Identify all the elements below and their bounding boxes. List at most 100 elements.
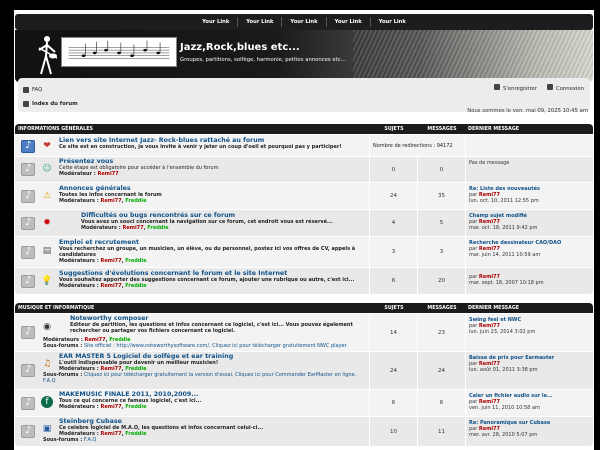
last-post-date: lun. juin 23, 2014 3:02 pm [469,329,536,336]
faq-label: FAQ [32,87,43,93]
topic-count: 10 [370,417,418,446]
guitarist-icon [38,36,58,75]
cubase-logo-icon: ▣ [42,424,52,434]
moderator-link[interactable]: Remi77 [101,431,122,437]
moderator-link[interactable]: Remi77 [123,225,144,231]
post-count: 23 [418,314,466,351]
subforum-link[interactable]: F.A.Q [43,378,56,384]
moderator-link[interactable]: Freddie [125,404,146,410]
moderator-link[interactable]: Freddie [125,431,146,437]
by-label: par [469,192,478,199]
post-count: 20 [418,268,466,294]
top-link[interactable]: Your Link [325,17,370,27]
last-post-author[interactable]: Remi77 [479,192,500,198]
question-icon [23,87,29,93]
forum-read-icon[interactable] [21,326,35,339]
site-header: Jazz,Rock,blues etc... Groupes, partitio… [15,30,593,82]
last-post-date: lun. oct. 10, 2011 12:55 pm [469,198,539,205]
top-link[interactable]: Your Link [194,17,237,27]
site-title[interactable]: Jazz,Rock,blues etc... [180,42,300,53]
subforum-link[interactable]: Cliquez ici pour Commander EarMaster en … [235,372,356,378]
index-label: Index du forum [32,101,78,107]
keyboard-icon: ▤ [42,246,52,256]
lightbulb-icon: 💡 [41,276,53,286]
forum-row: ✹ Difficultés ou bugs rencontrés sur ce … [15,209,593,236]
category-title[interactable]: INFORMATIONS GÉNÉRALES [15,127,370,132]
top-link[interactable]: Your Link [237,17,281,27]
crowd-image [353,30,593,82]
top-link[interactable]: Your Link [281,17,325,27]
category-title[interactable]: MUSIQUE ET INFORMATIQUE [15,306,370,311]
moderator-link[interactable]: Freddie [147,225,168,231]
register-label: S'enregistrer [503,86,537,92]
topic-count: 0 [370,157,418,182]
last-post-author[interactable]: Remi77 [479,426,500,432]
top-links-bar: Your Link Your Link Your Link Your Link … [15,14,593,30]
forum-read-icon[interactable] [21,217,35,230]
last-post-author[interactable]: Remi77 [479,219,500,225]
moderator-label: Modérateurs : [81,225,121,231]
category-informations: INFORMATIONS GÉNÉRALES SUJETS MESSAGES D… [15,124,593,294]
moderator-link[interactable]: Freddie [125,258,146,264]
index-link[interactable]: Index du forum [23,98,78,110]
category-header: MUSIQUE ET INFORMATIQUE SUJETS MESSAGES … [15,303,593,313]
subforum-link[interactable]: F.A.Q [84,437,97,443]
forum-read-icon[interactable] [21,275,35,288]
last-post-author[interactable]: Remi77 [479,399,500,405]
forum-row: ▤ Emploi et recrutement Vous recherchez … [15,236,593,267]
forum-row: f MAKEMUSIC FINALE 2011, 2010,2009... To… [15,389,593,416]
last-post-author[interactable]: Remi77 [479,323,500,329]
topic-count: 6 [370,268,418,294]
forum-read-icon[interactable] [21,425,35,438]
forum-read-icon[interactable] [21,246,35,259]
current-date: Nous sommes le ven. mai 09, 2025 10:45 a… [467,108,588,114]
site-description: Groupes, partitions, solfège, harmonie, … [180,57,346,63]
topic-count: 4 [370,210,418,236]
col-last: DERNIER MESSAGE [468,305,520,311]
moderator-link[interactable]: Freddie [125,198,146,204]
top-link[interactable]: Your Link [369,17,414,27]
topic-count: 3 [370,237,418,267]
last-post-author[interactable]: Remi77 [479,274,500,280]
forum-row: ▣ Steinberg Cubase Ce celebre logiciel d… [15,416,593,446]
post-count: 24 [418,352,466,389]
last-post-date: lun. août 01, 2011 3:38 pm [469,367,538,374]
topic-count: 14 [370,314,418,351]
moderator-link[interactable]: Remi77 [101,258,122,264]
by-label: par [469,246,478,253]
subforum-link[interactable]: Site officiel : http://www.noteworthysof… [84,343,211,349]
subforum-link[interactable]: Cliquez ici pour télécharger gratuitemen… [212,343,346,349]
forum-description: Ce site est en construction, je vous inv… [59,144,342,150]
moderator-link[interactable]: Remi77 [101,198,122,204]
forum-row: ⚠ Annonces générales Toutes les infos co… [15,182,593,209]
last-post-date: mer. avr. 28, 2010 5:07 pm [469,432,538,439]
col-posts: MESSAGES [427,305,457,311]
login-label: Connexion [555,86,584,92]
power-icon [546,84,553,90]
forum-read-icon[interactable] [21,190,35,203]
forum-row: ◉ Noteworthy composer Editeur de partiti… [15,313,593,351]
last-post-empty: Pas de message [469,160,510,166]
moderator-label: Modérateurs : [59,258,99,264]
moderator-label: Modérateur : [59,171,96,177]
col-posts: MESSAGES [427,126,457,132]
noteworthy-logo-icon: ◉ [43,322,51,332]
moderator-link[interactable]: Freddie [125,283,146,289]
forum-read-icon[interactable] [21,397,35,410]
faq-link[interactable]: FAQ [23,84,42,96]
forum-row: ☺ Présentez vous Cette étape est obligat… [15,156,593,182]
moderator-link[interactable]: Remi77 [101,404,122,410]
moderator-label: Modérateurs : [59,198,99,204]
login-link[interactable]: Connexion [546,84,584,92]
by-label: par [469,274,478,280]
forum-read-icon[interactable] [21,163,35,176]
warning-icon: ⚠ [42,191,52,201]
forum-read-icon[interactable] [21,364,35,377]
post-count: 6 [418,390,466,416]
last-post-author[interactable]: Remi77 [479,246,500,252]
moderator-link[interactable]: Remi77 [98,171,119,177]
moderator-link[interactable]: Remi77 [101,283,122,289]
subforum-link[interactable]: Cliquez ici pour télécharger gratuitemen… [84,372,234,378]
link-forum-icon[interactable] [21,140,35,153]
register-link[interactable]: S'enregistrer [494,84,537,92]
